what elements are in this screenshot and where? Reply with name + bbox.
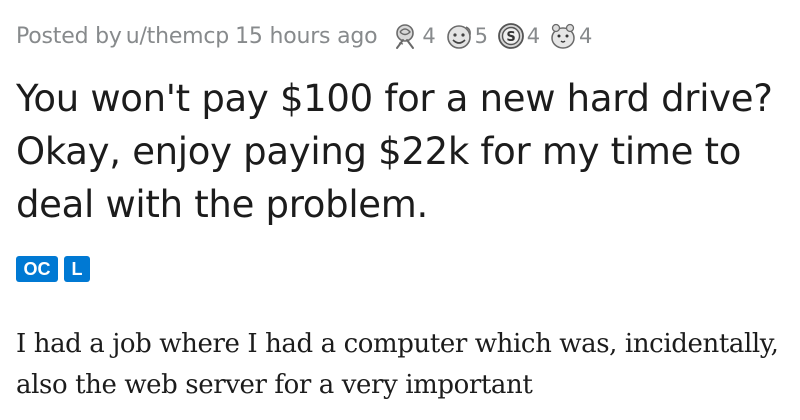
rose-award-icon: [396, 24, 415, 49]
post-title[interactable]: You won't pay $100 for a new hard drive?…: [16, 72, 792, 231]
award-rose[interactable]: 4: [391, 21, 436, 51]
posted-by-label: Posted by: [16, 23, 122, 49]
smiley-award-icon: [446, 25, 471, 49]
author-link[interactable]: u/themcp: [126, 24, 230, 49]
award-count: 4: [422, 24, 436, 48]
post-body: I had a job where I had a computer which…: [16, 329, 779, 400]
award-count: 4: [526, 24, 540, 48]
post-meta: Posted by u/themcp 15 hours ago 4 5 S 4 …: [16, 18, 600, 54]
post-flairs: OC L: [16, 256, 90, 282]
award-smiley[interactable]: 5: [444, 21, 488, 51]
flair-oc[interactable]: OC: [16, 256, 58, 282]
award-coin[interactable]: S 4: [496, 21, 540, 51]
award-count: 5: [474, 24, 488, 48]
award-count: 4: [578, 24, 593, 48]
flair-l[interactable]: L: [64, 256, 90, 282]
coin-award-icon: S: [497, 23, 524, 49]
svg-text:S: S: [506, 30, 515, 45]
award-hamster[interactable]: 4: [548, 21, 592, 51]
post-timestamp[interactable]: 15 hours ago: [235, 24, 378, 49]
hamster-award-icon: [551, 23, 575, 49]
